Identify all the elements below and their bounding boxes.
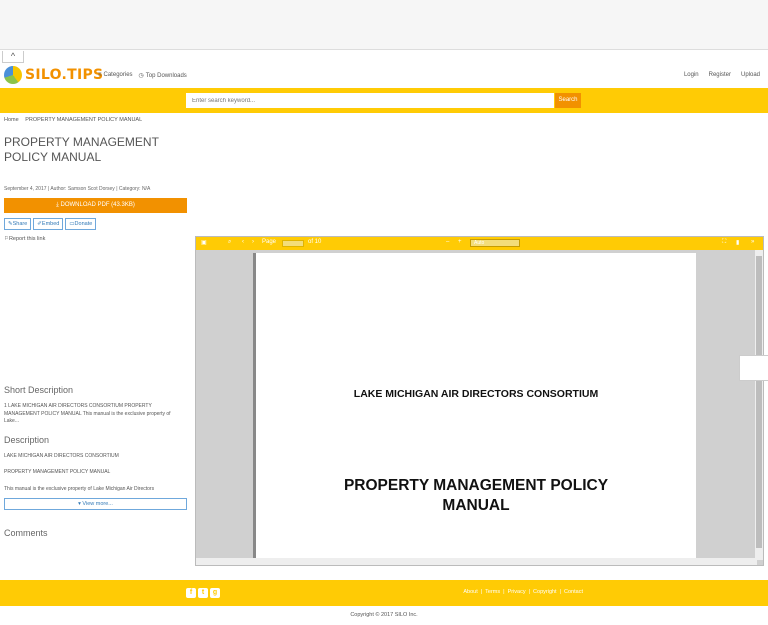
side-feedback-tab[interactable] xyxy=(739,355,768,381)
page-label: Page xyxy=(262,239,277,245)
logo-mark-icon xyxy=(4,66,22,84)
search-icon[interactable]: ⌕ xyxy=(228,239,231,246)
breadcrumb-current: PROPERTY MANAGEMENT POLICY MANUAL xyxy=(25,117,143,123)
pdf-viewer: ▣ ⌕ ‹ › Page of 10 – + Auto ⛶ ▮ » LAKE M… xyxy=(195,236,764,566)
social-links: f t g xyxy=(186,588,220,598)
page-title: PROPERTY MANAGEMENT POLICY MANUAL xyxy=(4,135,159,164)
ad-space xyxy=(0,0,768,50)
document-meta: September 4, 2017 | Author: Samson Scot … xyxy=(4,186,151,192)
description-line: LAKE MICHIGAN AIR DIRECTORS CONSORTIUM xyxy=(4,453,119,459)
description-line: PROPERTY MANAGEMENT POLICY MANUAL xyxy=(4,469,111,475)
pdf-organization: LAKE MICHIGAN AIR DIRECTORS CONSORTIUM xyxy=(353,388,599,400)
more-tools-icon[interactable]: » xyxy=(751,239,754,245)
clock-icon: ◷ xyxy=(138,73,144,79)
zoom-out-icon[interactable]: – xyxy=(446,239,449,245)
view-more-button[interactable]: ▾ View more... xyxy=(4,498,187,510)
page-count: of 10 xyxy=(308,239,322,245)
horizontal-scrollbar[interactable] xyxy=(196,558,757,565)
prev-page-icon[interactable]: ‹ xyxy=(242,239,244,245)
download-pdf-button[interactable]: ⤓ DOWNLOAD PDF (43.3KB) xyxy=(4,198,187,213)
collapse-toggle[interactable]: ^ xyxy=(2,51,24,63)
short-description-heading: Short Description xyxy=(4,385,74,395)
comments-heading: Comments xyxy=(4,528,48,538)
footer-link-contact[interactable]: Contact xyxy=(564,589,583,595)
site-logo[interactable]: SILO.TIPS xyxy=(4,66,103,84)
site-header: SILO.TIPS ≡ Categories ◷ Top Downloads Log… xyxy=(0,63,768,87)
footer-link-copyright[interactable]: Copyright xyxy=(533,589,557,595)
breadcrumb-home[interactable]: Home xyxy=(4,117,19,123)
short-description-text: 1 LAKE MICHIGAN AIR DIRECTORS CONSORTIUM… xyxy=(4,403,171,424)
site-footer: f t g About | Terms | Privacy | Copyright | … xyxy=(0,580,768,606)
pdf-title: PROPERTY MANAGEMENT POLICY MANUAL xyxy=(343,477,609,514)
footer-links: About | Terms | Privacy | Copyright | Contac… xyxy=(463,589,583,595)
description-line: This manual is the exclusive property of… xyxy=(4,486,155,492)
nav-categories[interactable]: ≡ Categories xyxy=(98,72,133,79)
scrollbar-thumb[interactable] xyxy=(756,256,762,548)
page-number-input[interactable] xyxy=(282,240,304,247)
vertical-scrollbar[interactable] xyxy=(755,250,763,560)
nav-right: Login Register Upload xyxy=(684,72,760,78)
chevron-up-icon: ^ xyxy=(10,51,16,61)
embed-button[interactable]: ✐Embed xyxy=(33,218,64,230)
footer-link-terms[interactable]: Terms xyxy=(485,589,500,595)
google-plus-icon[interactable]: g xyxy=(210,588,220,598)
chevron-down-icon: ▾ xyxy=(78,501,81,507)
footer-link-privacy[interactable]: Privacy xyxy=(508,589,526,595)
sidebar-toggle-icon[interactable]: ▣ xyxy=(201,239,207,246)
pdf-page: LAKE MICHIGAN AIR DIRECTORS CONSORTIUM P… xyxy=(256,253,696,559)
action-row: ✎Share ✐Embed ▭Donate xyxy=(4,218,97,230)
share-button[interactable]: ✎Share xyxy=(4,218,32,230)
viewer-toolbar: ▣ ⌕ ‹ › Page of 10 – + Auto ⛶ ▮ » xyxy=(196,237,763,250)
facebook-icon[interactable]: f xyxy=(186,588,196,598)
report-link[interactable]: ⚐Report this link xyxy=(4,236,45,242)
register-link[interactable]: Register xyxy=(709,72,731,78)
description-heading: Description xyxy=(4,435,50,445)
fullscreen-icon[interactable]: ⛶ xyxy=(722,239,726,246)
search-button[interactable]: Search xyxy=(555,93,581,108)
copyright-text: Copyright © 2017 SILO Inc. xyxy=(350,612,418,618)
breadcrumb: Home PROPERTY MANAGEMENT POLICY MANUAL xyxy=(4,117,147,123)
search-input[interactable] xyxy=(186,93,554,108)
donate-button[interactable]: ▭Donate xyxy=(65,218,97,230)
zoom-in-icon[interactable]: + xyxy=(458,239,462,245)
nav-left: ≡ Categories ◷ Top Downloads xyxy=(98,72,187,79)
zoom-select[interactable]: Auto xyxy=(470,239,520,247)
logo-text: SILO.TIPS xyxy=(25,67,104,83)
bookmark-icon[interactable]: ▮ xyxy=(736,239,739,246)
next-page-icon[interactable]: › xyxy=(252,239,254,245)
footer-link-about[interactable]: About xyxy=(463,589,477,595)
download-icon: ⤓ xyxy=(56,202,59,208)
list-icon: ≡ xyxy=(98,72,102,78)
search-bar: Search xyxy=(0,88,768,113)
nav-top-downloads[interactable]: ◷ Top Downloads xyxy=(139,72,187,79)
upload-link[interactable]: Upload xyxy=(741,72,760,78)
twitter-icon[interactable]: t xyxy=(198,588,208,598)
login-link[interactable]: Login xyxy=(684,72,699,78)
